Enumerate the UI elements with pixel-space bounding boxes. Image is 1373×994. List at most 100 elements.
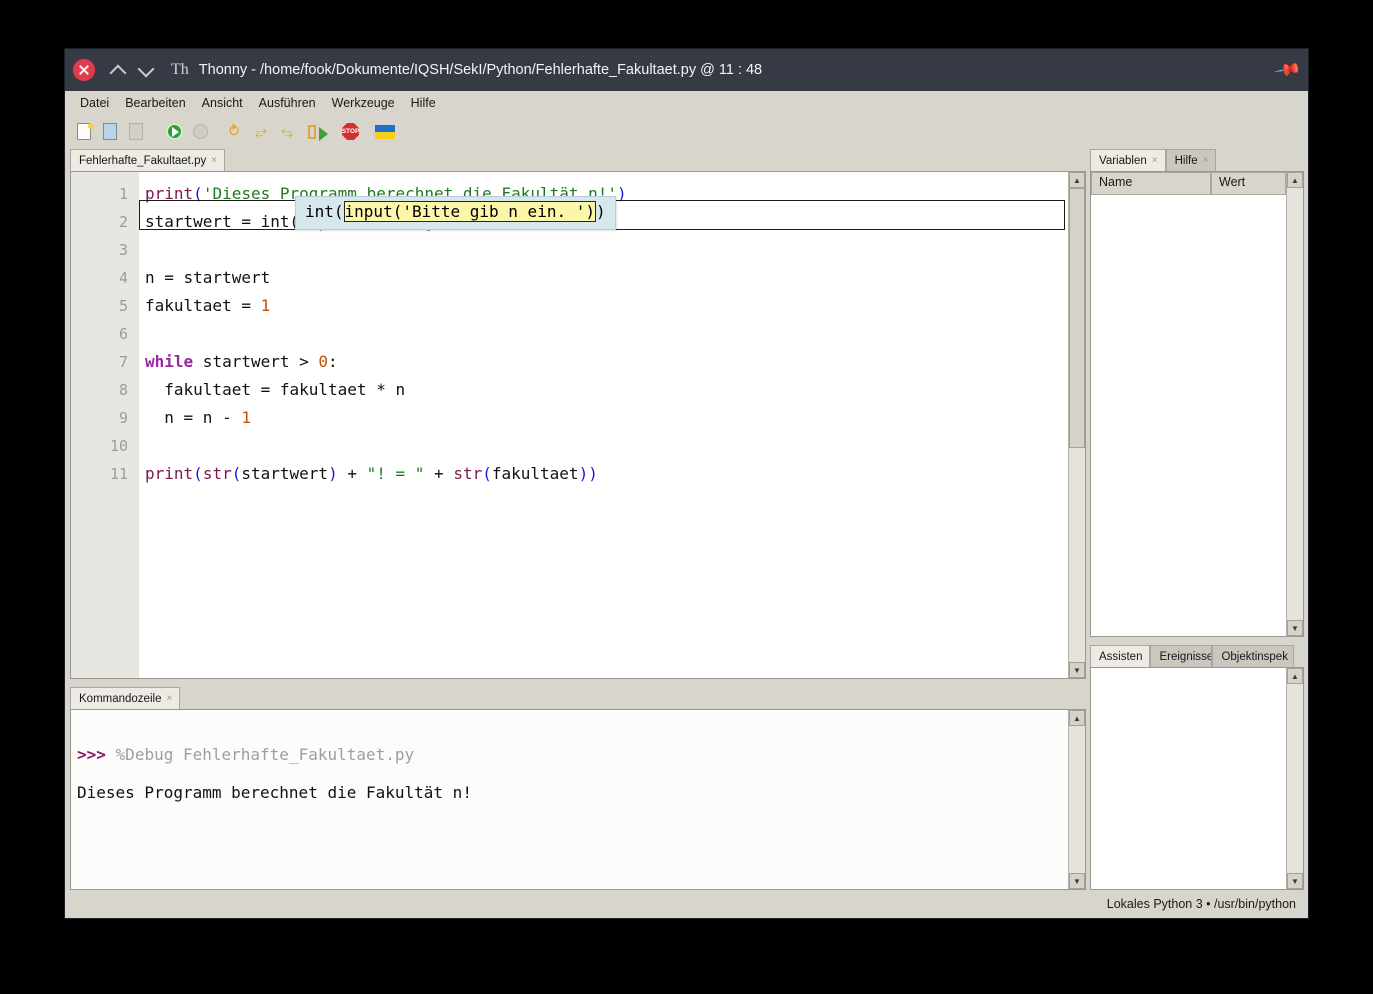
menu-werkzeuge[interactable]: Werkzeuge	[325, 94, 402, 112]
run-icon[interactable]	[165, 122, 185, 142]
help-tab-label: Hilfe	[1174, 154, 1198, 167]
thonny-app-icon: Th	[171, 61, 189, 78]
step-out-icon[interactable]: ⥃	[281, 122, 301, 142]
shell-output-text: Dieses Programm berechnet die Fakultät n…	[77, 783, 472, 802]
line-number: 2	[118, 213, 128, 231]
menu-ausfuehren[interactable]: Ausführen	[252, 94, 323, 112]
shell-vertical-scrollbar[interactable]: ▲ ▼	[1068, 710, 1085, 889]
close-icon[interactable]: ×	[1203, 155, 1209, 166]
scrollbar-thumb[interactable]	[1069, 188, 1085, 448]
scroll-down-arrow-icon[interactable]: ▼	[1069, 662, 1085, 678]
chevron-up-icon[interactable]	[107, 59, 129, 81]
variables-vertical-scrollbar[interactable]: ▲ ▼	[1286, 172, 1303, 636]
code-line-8: fakultaet = fakultaet * n	[145, 380, 406, 399]
open-file-icon[interactable]	[101, 122, 121, 142]
tab-fehlerhafte-fakultaet[interactable]: Fehlerhafte_Fakultaet.py ×	[70, 149, 226, 171]
scroll-up-arrow-icon[interactable]: ▲	[1069, 710, 1085, 726]
line-number: 6	[118, 325, 128, 343]
main-body: Fehlerhafte_Fakultaet.py × 1 2 3 4 5 6 7…	[65, 149, 1308, 890]
variables-panel[interactable]: Name Wert ▲ ▼	[1090, 171, 1304, 637]
close-icon[interactable]: ×	[166, 693, 172, 704]
stop-label: STOP	[342, 123, 359, 140]
menu-ansicht[interactable]: Ansicht	[195, 94, 250, 112]
scroll-up-arrow-icon[interactable]: ▲	[1287, 668, 1303, 684]
step-into-icon[interactable]: ⥂	[255, 122, 275, 142]
column-header-name[interactable]: Name	[1091, 172, 1211, 195]
overlay-highlighted-expression: input('Bitte gib n ein. ')	[343, 201, 596, 222]
scroll-up-arrow-icon[interactable]: ▲	[1287, 172, 1303, 188]
window-title: Thonny - /home/fook/Dokumente/IQSH/SekI/…	[198, 62, 763, 78]
line-number: 3	[118, 241, 128, 259]
tab-kommandozeile[interactable]: Kommandozeile ×	[70, 687, 181, 709]
save-file-icon[interactable]	[127, 122, 147, 142]
shell-prompt: >>>	[77, 745, 106, 764]
menu-datei[interactable]: Datei	[73, 94, 116, 112]
line-number: 9	[118, 409, 128, 427]
shell-tabstrip: Kommandozeile ×	[70, 687, 1086, 709]
code-line-11: print(str(startwert) + "! = " + str(faku…	[145, 464, 598, 483]
shell-tab-label: Kommandozeile	[79, 692, 162, 705]
stop-icon[interactable]: STOP	[341, 122, 361, 142]
left-column: Fehlerhafte_Fakultaet.py × 1 2 3 4 5 6 7…	[70, 149, 1086, 890]
variables-tabstrip: Variablen × Hilfe ×	[1090, 149, 1304, 171]
shell-console[interactable]: >>> %Debug Fehlerhafte_Fakultaet.py Dies…	[70, 709, 1086, 890]
menu-bearbeiten[interactable]: Bearbeiten	[118, 94, 192, 112]
line-number: 1	[118, 185, 128, 203]
tab-ereignisse[interactable]: Ereignisse	[1150, 645, 1213, 667]
debug-icon[interactable]	[191, 122, 211, 142]
close-icon[interactable]	[73, 59, 95, 81]
editor-tab-label: Fehlerhafte_Fakultaet.py	[79, 154, 207, 167]
shell-command-line: >>> %Debug Fehlerhafte_Fakultaet.py	[77, 736, 1068, 774]
line-number-gutter: 1 2 3 4 5 6 7 8 9 10 11	[71, 172, 139, 678]
code-line-7: while startwert > 0:	[145, 352, 338, 371]
shell-output-line: Dieses Programm berechnet die Fakultät n…	[77, 774, 1068, 812]
pin-icon[interactable]: 📌	[1273, 56, 1302, 85]
title-bar: Th Thonny - /home/fook/Dokumente/IQSH/Se…	[65, 49, 1308, 91]
resume-icon[interactable]	[307, 122, 328, 142]
editor-tabstrip: Fehlerhafte_Fakultaet.py ×	[70, 149, 1086, 171]
scroll-up-arrow-icon[interactable]: ▲	[1069, 172, 1085, 188]
tab-assistent[interactable]: Assisten	[1090, 645, 1151, 667]
new-file-icon[interactable]	[75, 122, 95, 142]
variables-table-body	[1091, 195, 1286, 636]
status-bar: Lokales Python 3 • /usr/bin/python	[65, 890, 1308, 918]
line-number: 7	[118, 353, 128, 371]
assistant-content	[1091, 668, 1286, 889]
shell-command: %Debug Fehlerhafte_Fakultaet.py	[115, 745, 415, 764]
column-header-wert[interactable]: Wert	[1211, 172, 1286, 195]
step-over-icon[interactable]: ⥁	[229, 122, 249, 142]
variables-table-header: Name Wert	[1091, 172, 1286, 195]
close-icon[interactable]: ×	[1152, 155, 1158, 166]
code-editor[interactable]: 1 2 3 4 5 6 7 8 9 10 11 print('Dieses Pr…	[70, 171, 1086, 679]
chevron-down-icon[interactable]	[135, 59, 157, 81]
close-icon[interactable]: ×	[211, 155, 217, 166]
code-text-area[interactable]: print('Dieses Programm berechnet die Fak…	[139, 172, 1068, 678]
toolbar: ⥁ ⥂ ⥃ STOP	[65, 115, 1308, 149]
line-number: 8	[118, 381, 128, 399]
ukraine-flag-icon[interactable]	[375, 122, 395, 142]
menu-hilfe[interactable]: Hilfe	[404, 94, 443, 112]
tab-objektinspektor[interactable]: Objektinspek	[1212, 645, 1295, 667]
code-line-4: n = startwert	[145, 268, 271, 287]
interpreter-status[interactable]: Lokales Python 3 • /usr/bin/python	[1107, 897, 1296, 911]
shell-area: Kommandozeile × >>> %Debug Fehlerhafte_F…	[70, 687, 1086, 890]
overlay-prefix: int(	[305, 202, 344, 221]
tab-hilfe[interactable]: Hilfe ×	[1165, 149, 1217, 171]
thonny-window: Th Thonny - /home/fook/Dokumente/IQSH/Se…	[65, 49, 1308, 918]
line-number: 10	[109, 437, 128, 455]
tab-variablen[interactable]: Variablen ×	[1090, 149, 1166, 171]
line-number: 4	[118, 269, 128, 287]
scroll-down-arrow-icon[interactable]: ▼	[1069, 873, 1085, 889]
variables-table: Name Wert	[1091, 172, 1286, 636]
variables-tab-label: Variablen	[1099, 154, 1147, 167]
scroll-down-arrow-icon[interactable]: ▼	[1287, 620, 1303, 636]
code-line-9: n = n - 1	[145, 408, 251, 427]
editor-vertical-scrollbar[interactable]: ▲ ▼	[1068, 172, 1085, 678]
assistant-vertical-scrollbar[interactable]: ▲ ▼	[1286, 668, 1303, 889]
line-number: 11	[109, 465, 128, 483]
assistant-panel[interactable]: ▲ ▼	[1090, 667, 1304, 890]
scroll-down-arrow-icon[interactable]: ▼	[1287, 873, 1303, 889]
